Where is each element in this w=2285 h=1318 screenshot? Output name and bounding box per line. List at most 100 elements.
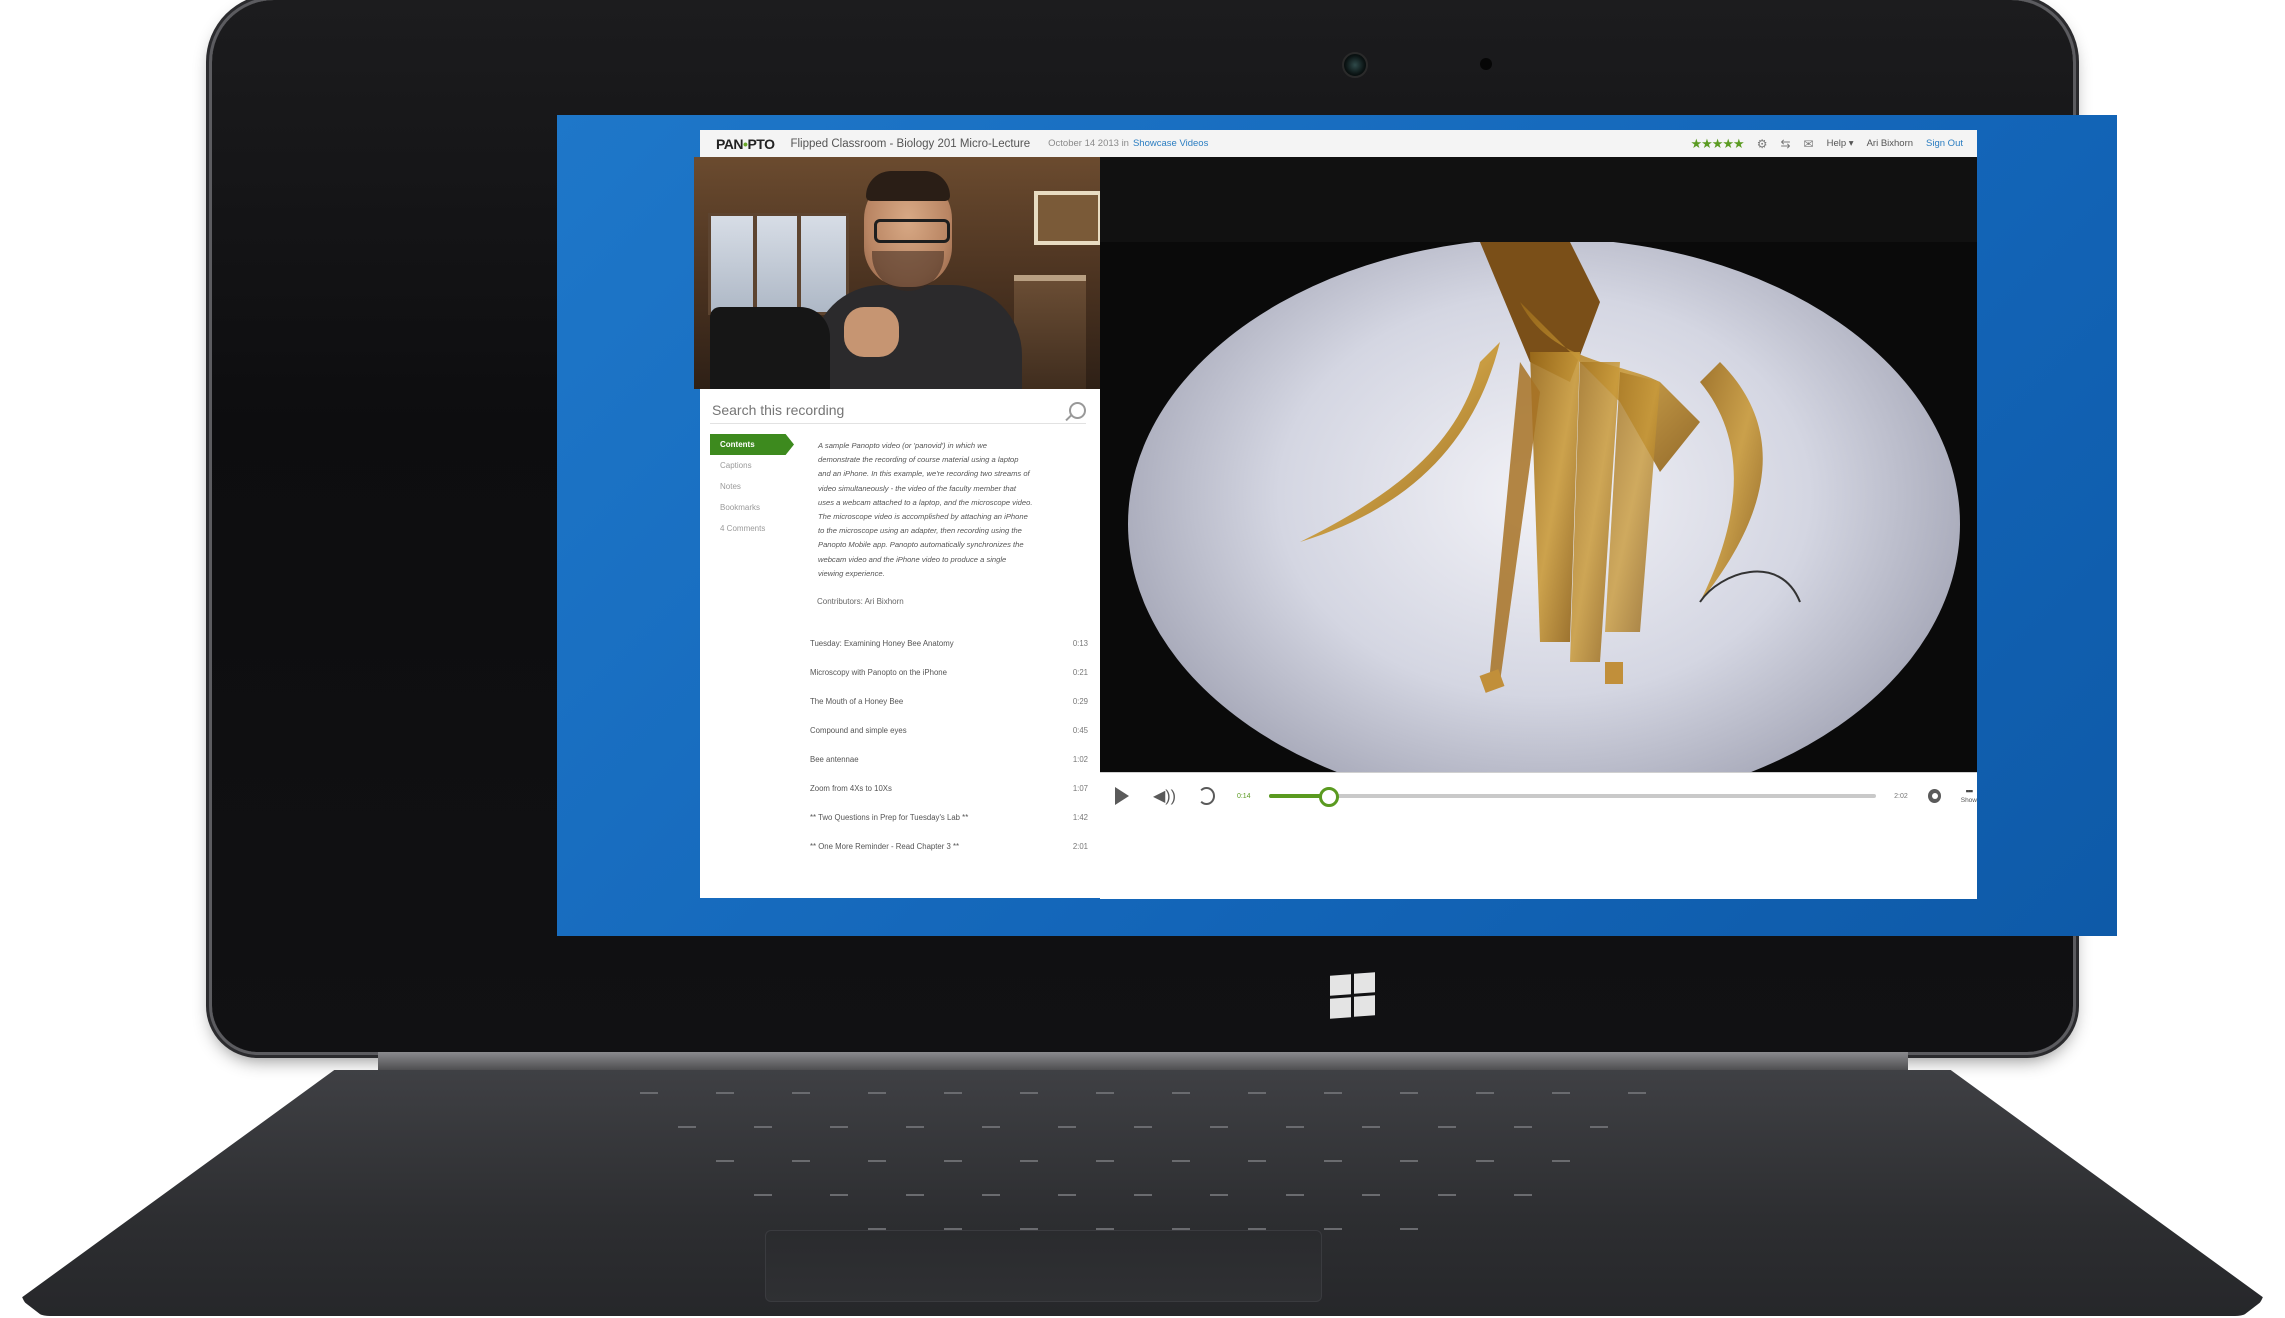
toc-title: Bee antennae <box>810 755 859 764</box>
keyboard-key <box>1399 1228 1418 1230</box>
keyboard-key <box>1057 1126 1076 1128</box>
search-bar <box>710 397 1086 424</box>
tab-captions[interactable]: Captions <box>710 455 794 476</box>
session-title: Flipped Classroom - Biology 201 Micro-Le… <box>790 137 1031 150</box>
description-line: to the microscope using an adapter, then… <box>818 526 1022 536</box>
play-icon[interactable] <box>1115 787 1129 805</box>
show-button[interactable]: ▪▪▪ Show <box>1961 787 1977 805</box>
keyboard-key <box>829 1194 848 1196</box>
volume-icon[interactable]: ◀)) <box>1153 786 1176 806</box>
front-camera <box>1342 52 1368 78</box>
total-duration: 2:02 <box>1894 792 1908 800</box>
toc-title: The Mouth of a Honey Bee <box>810 697 904 706</box>
top-bar: PAN•PTO Flipped Classroom - Biology 201 … <box>700 130 1977 158</box>
share-icon[interactable]: ⇆ <box>1780 137 1790 151</box>
tab-notes[interactable]: Notes <box>710 476 794 497</box>
keyboard-key <box>1095 1160 1114 1162</box>
touchpad[interactable] <box>765 1230 1322 1302</box>
keyboard-key <box>943 1092 962 1094</box>
toc-title: ** One More Reminder - Read Chapter 3 ** <box>810 842 960 851</box>
presenter-glasses <box>874 219 950 243</box>
help-menu[interactable]: Help ▾ <box>1827 138 1854 149</box>
keyboard-key <box>1209 1194 1228 1196</box>
keyboard-key <box>791 1160 810 1162</box>
rewind-icon[interactable] <box>1197 787 1215 805</box>
keyboard-key <box>1475 1092 1494 1094</box>
keyboard-key <box>1589 1126 1608 1128</box>
sidebar-tabs: Contents Captions Notes Bookmarks 4 Comm… <box>710 434 794 539</box>
gear-icon[interactable] <box>1927 789 1941 803</box>
panopto-viewer-window: PAN•PTO Flipped Classroom - Biology 201 … <box>694 130 1977 899</box>
specimen-labial-palp <box>1490 362 1540 682</box>
session-description: A sample Panopto video (or 'panovid') in… <box>818 439 1088 581</box>
webcam-video[interactable] <box>694 157 1104 389</box>
type-cover-keyboard <box>20 1070 2265 1316</box>
keyboard-key <box>1247 1092 1266 1094</box>
session-date: October 14 2013 in <box>1048 138 1129 149</box>
keyboard-row <box>20 1076 2265 1110</box>
toc-entry[interactable]: Bee antennae 1:02 <box>810 745 1090 774</box>
search-icon[interactable] <box>1069 401 1086 419</box>
keyboard-key <box>1437 1126 1456 1128</box>
keyboard-key <box>1133 1126 1152 1128</box>
keyboard-row <box>20 1178 2265 1212</box>
progress-handle[interactable] <box>1319 787 1340 807</box>
keyboard-key <box>1171 1092 1190 1094</box>
toc-time: 2:01 <box>1072 842 1088 851</box>
toc-time: 1:02 <box>1072 755 1088 764</box>
toc-entry[interactable]: ** One More Reminder - Read Chapter 3 **… <box>810 832 1090 861</box>
description-line: demonstrate the recording of course mate… <box>818 455 1019 465</box>
keyboard-key <box>1323 1092 1342 1094</box>
toc-entry[interactable]: The Mouth of a Honey Bee 0:29 <box>810 687 1090 716</box>
settings-icon[interactable]: ⚙ <box>1757 137 1768 151</box>
description-line: webcam video and the iPhone video to pro… <box>818 554 1007 564</box>
rating-stars[interactable]: ★★★★★ <box>1690 136 1744 152</box>
presenter-hair <box>866 171 950 201</box>
keyboard-key <box>1247 1160 1266 1162</box>
toc-title: ** Two Questions in Prep for Tuesday's L… <box>810 813 969 822</box>
panopto-logo[interactable]: PAN•PTO <box>716 136 775 152</box>
description-line: A sample Panopto video (or 'panovid') in… <box>818 441 987 450</box>
toc-entry[interactable]: Compound and simple eyes 0:45 <box>810 716 1090 745</box>
webcam-picture-frame <box>1034 191 1102 245</box>
email-icon[interactable]: ✉ <box>1804 137 1814 151</box>
tab-comments[interactable]: 4 Comments <box>710 518 794 539</box>
keyboard-key <box>1095 1092 1114 1094</box>
top-bar-tools: ★★★★★ ⚙ ⇆ ✉ Help ▾ Ari Bixhorn Sign Out <box>1690 136 1963 152</box>
toc-entry[interactable]: Microscopy with Panopto on the iPhone 0:2… <box>810 658 1090 687</box>
show-label: Show <box>1960 797 1977 804</box>
toc-entry[interactable]: Tuesday: Examining Honey Bee Anatomy 0:13 <box>810 629 1090 658</box>
table-of-contents: Tuesday: Examining Honey Bee Anatomy 0:13… <box>810 629 1090 861</box>
tab-bookmarks[interactable]: Bookmarks <box>710 497 794 518</box>
keyboard-key <box>867 1092 886 1094</box>
tablet-device: PAN•PTO Flipped Classroom - Biology 201 … <box>212 0 2117 1052</box>
specimen-right-palp <box>1700 362 1763 602</box>
keyboard-key <box>981 1126 1000 1128</box>
keyboard-key <box>829 1126 848 1128</box>
windows-logo-icon[interactable] <box>1330 972 1378 1019</box>
toc-time: 0:21 <box>1072 668 1088 677</box>
progress-bar[interactable] <box>1268 787 1877 807</box>
keyboard-key <box>1551 1160 1570 1162</box>
keyboard-key <box>1513 1194 1532 1196</box>
keyboard-key <box>1475 1160 1494 1162</box>
toc-time: 1:42 <box>1072 813 1088 822</box>
tab-contents[interactable]: Contents <box>710 434 794 455</box>
keyboard-key <box>1513 1126 1532 1128</box>
grid-icon: ▪▪▪ <box>1965 786 1974 796</box>
keyboard-key <box>1323 1228 1342 1230</box>
webcam-window-background <box>708 213 849 315</box>
toc-title: Zoom from 4Xs to 10Xs <box>810 784 892 793</box>
description-line: viewing experience. <box>818 568 885 578</box>
toc-entry[interactable]: ** Two Questions in Prep for Tuesday's L… <box>810 803 1090 832</box>
user-name: Ari Bixhorn <box>1866 138 1914 149</box>
microscope-shape <box>710 307 830 389</box>
search-input[interactable] <box>710 401 1054 419</box>
folder-link[interactable]: Showcase Videos <box>1133 138 1208 149</box>
toc-title: Microscopy with Panopto on the iPhone <box>810 668 947 677</box>
toc-entry[interactable]: Zoom from 4Xs to 10Xs 1:07 <box>810 774 1090 803</box>
main-video-pane: ◀)) 0:14 2:02 ▪▪▪ Show <box>1100 157 1977 899</box>
microscope-video[interactable] <box>1100 242 1977 772</box>
sign-out-link[interactable]: Sign Out <box>1926 138 1963 149</box>
description-line: and an iPhone. In this example, we're re… <box>818 469 1030 479</box>
